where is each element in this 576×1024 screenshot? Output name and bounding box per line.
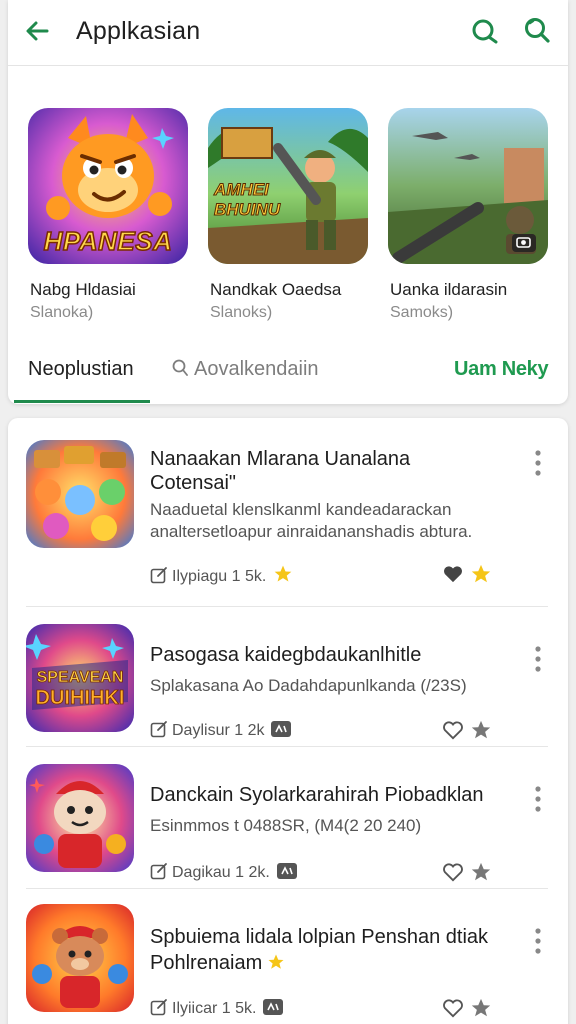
- featured-app-artwork: [388, 108, 548, 264]
- app-title-line2-text: Pohlrenaiam: [150, 952, 263, 974]
- edit-icon: [150, 721, 167, 738]
- back-arrow-icon[interactable]: [22, 16, 52, 46]
- more-vert-icon[interactable]: [530, 644, 546, 674]
- app-meta: Ilyiicar 1 5k.: [150, 998, 284, 1018]
- edit-icon: [150, 567, 167, 584]
- downloads-count: Ilyiicar 1 5k.: [172, 1000, 257, 1017]
- more-vert-icon[interactable]: [530, 926, 546, 956]
- search-alt-icon[interactable]: [522, 16, 552, 46]
- star-badge-icon: [268, 954, 284, 969]
- app-meta: Daylisur 1 2k: [150, 720, 292, 740]
- heart-icon[interactable]: [442, 564, 464, 584]
- app-title-line2: Cotensai": [150, 472, 237, 494]
- featured-app-subtitle: Slanoka): [30, 304, 94, 321]
- active-tab-indicator: [14, 400, 150, 403]
- app-thumbnail: [26, 764, 134, 872]
- downloads-count: Daylisur 1 2k: [172, 722, 265, 739]
- star-icon[interactable]: [470, 997, 492, 1019]
- app-meta: Ilypiagu 1 5k.: [150, 564, 294, 586]
- app-thumbnail: [26, 440, 134, 548]
- more-vert-icon[interactable]: [530, 448, 546, 478]
- app-thumbnail: SPEAVEAN DUIHIHKI: [26, 624, 134, 732]
- divider: [26, 606, 548, 607]
- tab-uam-neky[interactable]: Uam Neky: [454, 358, 549, 381]
- heart-outline-icon[interactable]: [442, 862, 464, 882]
- featured-app-name: Uanka ildarasin: [390, 280, 508, 299]
- tab-label: Aovalkendaiin: [194, 358, 319, 380]
- battlefield-scene-image: [388, 108, 548, 264]
- search-icon[interactable]: [470, 16, 500, 46]
- heart-outline-icon[interactable]: [442, 998, 464, 1018]
- featured-app[interactable]: Uanka ildarasin Samoks): [388, 108, 548, 321]
- featured-art-text: HPANESA: [43, 225, 173, 257]
- ad-badge-icon: [276, 863, 297, 879]
- app-thumbnail: [26, 904, 134, 1012]
- top-card: Applkasian HPANESA Nabg Hldasiai Slanoka…: [8, 0, 568, 404]
- featured-art-text: AMHEI BHUINU: [214, 180, 281, 220]
- tab-aovalkendaiin[interactable]: Aovalkendaiin: [172, 358, 319, 381]
- game-characters-image: [26, 440, 134, 548]
- featured-app-name: Nandkak Oaedsa: [210, 280, 342, 299]
- star-icon[interactable]: [470, 719, 492, 741]
- ad-badge-icon: [271, 721, 292, 737]
- app-title: Pasogasa kaidegbdaukanlhitle: [150, 644, 422, 666]
- app-title: Nanaakan Mlarana Uanalana: [150, 448, 411, 470]
- tab-bar: Neoplustian Aovalkendaiin Uam Neky: [8, 346, 568, 404]
- app-description: Splakasana Ao Dadahdapunlkanda (/23S): [150, 676, 467, 695]
- heart-outline-icon[interactable]: [442, 720, 464, 740]
- downloads-count: Ilypiagu 1 5k.: [172, 568, 267, 585]
- app-meta: Dagikau 1 2k.: [150, 862, 298, 882]
- star-icon[interactable]: [470, 861, 492, 883]
- app-description: Naaduetal klenslkanml kandeadarackan: [150, 500, 452, 519]
- more-vert-icon[interactable]: [530, 784, 546, 814]
- app-list: Nanaakan Mlarana Uanalana Cotensai" Naad…: [8, 418, 568, 1024]
- tab-neoplustian[interactable]: Neoplustian: [28, 358, 134, 381]
- app-description: Esinmmos t 0488SR, (M4(2 20 240): [150, 816, 422, 835]
- app-title-line2: Pohlrenaiam: [150, 952, 286, 975]
- edit-icon: [150, 999, 167, 1016]
- svg-text:SPEAVEAN: SPEAVEAN: [37, 669, 124, 686]
- star-icon[interactable]: [470, 563, 492, 585]
- edit-icon: [150, 863, 167, 880]
- featured-app-name: Nabg Hldasiai: [30, 280, 136, 299]
- featured-app-subtitle: Slanoks): [210, 304, 273, 321]
- ad-badge-icon: [263, 999, 284, 1015]
- featured-app-subtitle: Samoks): [390, 304, 454, 321]
- cartoon-bear-image: [26, 904, 134, 1012]
- star-badge-icon: [274, 565, 292, 582]
- downloads-count: Dagikau 1 2k.: [172, 864, 270, 881]
- featured-app-artwork: HPANESA: [28, 108, 188, 264]
- app-title: Danckain Syolarkarahirah Piobadklan: [150, 784, 484, 806]
- game-logo-image: SPEAVEAN DUIHIHKI: [26, 624, 134, 732]
- featured-app[interactable]: AMHEI BHUINU Nandkak Oaedsa Slanoks): [208, 108, 368, 321]
- svg-text:DUIHIHKI: DUIHIHKI: [36, 687, 125, 709]
- search-small-icon: [172, 359, 188, 376]
- featured-app[interactable]: HPANESA Nabg Hldasiai Slanoka): [28, 108, 188, 321]
- app-description-line2: analtersetloapur ainraidananshadis abtur…: [150, 522, 473, 541]
- divider: [26, 888, 548, 889]
- app-bar: Applkasian: [8, 0, 568, 66]
- page-title: Applkasian: [76, 17, 201, 45]
- featured-app-artwork: AMHEI BHUINU: [208, 108, 368, 264]
- cartoon-hero-image: [26, 764, 134, 872]
- app-title: Spbuiema lidala lolpian Penshan dtiak: [150, 926, 489, 948]
- divider: [26, 746, 548, 747]
